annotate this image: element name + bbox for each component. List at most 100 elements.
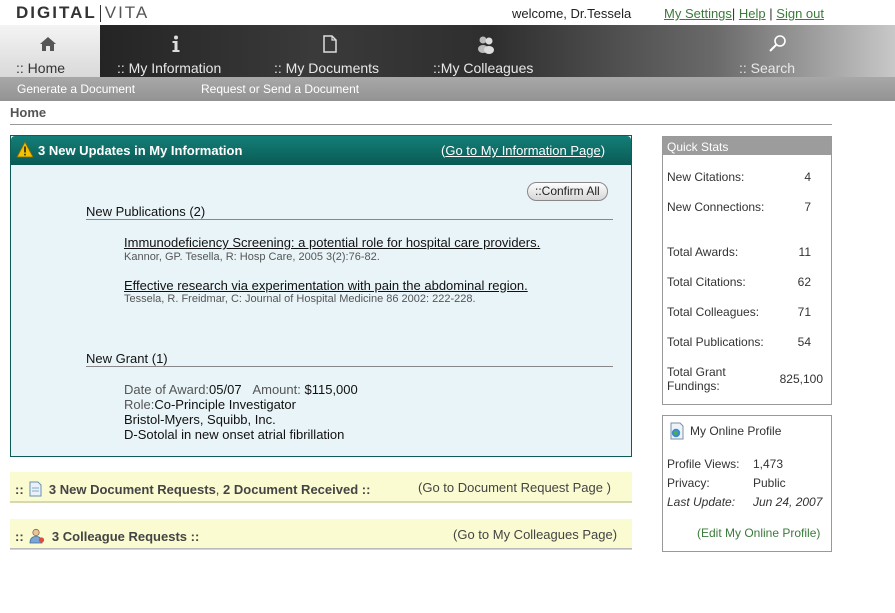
updates-panel: 3 New Updates in My Information (Go to M… xyxy=(10,135,632,457)
generate-document-link[interactable]: Generate a Document xyxy=(17,82,135,96)
divider: | xyxy=(731,6,739,21)
sub-nav: Generate a Document Request or Send a Do… xyxy=(0,77,895,101)
profile-views-label: Profile Views: xyxy=(667,457,740,471)
my-settings-link[interactable]: My Settings xyxy=(664,6,732,21)
stat-label: New Citations: xyxy=(667,170,745,184)
profile-privacy-label: Privacy: xyxy=(667,476,710,490)
grant-sponsor: Bristol-Myers, Squibb, Inc. xyxy=(124,412,276,427)
colleague-requests-bar: :: 3 Colleague Requests :: (Go to My Col… xyxy=(10,519,632,550)
profile-page-icon xyxy=(670,422,684,440)
section-divider xyxy=(86,219,613,220)
grant-date-amount: Date of Award:05/07 Amount: $115,000 xyxy=(124,382,358,397)
profile-last-update-value: Jun 24, 2007 xyxy=(753,495,823,509)
stat-label: Total Colleagues: xyxy=(667,305,760,319)
bar-prefix: :: xyxy=(15,482,24,497)
new-publications-heading: New Publications (2) xyxy=(86,204,206,219)
person-icon xyxy=(29,528,45,544)
stat-value: 825,100 xyxy=(779,372,823,386)
quick-stats-title: Quick Stats xyxy=(663,137,831,155)
go-to-information-link[interactable]: (Go to My Information Page) xyxy=(441,143,605,158)
document-icon xyxy=(29,481,42,497)
welcome-text: welcome, Dr.Tessela xyxy=(512,6,632,21)
profile-views: Profile Views: 1,473 xyxy=(667,457,783,471)
stat-label: New Connections: xyxy=(667,200,765,214)
colleague-requests-count: 3 Colleague Requests :: xyxy=(51,529,200,544)
go-to-information-text: Go to My Information Page xyxy=(445,143,601,158)
publication-link[interactable]: Immunodeficiency Screening: a potential … xyxy=(124,235,540,250)
sign-out-link[interactable]: Sign out xyxy=(776,6,824,21)
link-paren-close: ) xyxy=(600,143,606,158)
publication-link[interactable]: Effective research via experimentation w… xyxy=(124,278,528,293)
stat-total-citations: Total Citations: 62 xyxy=(667,275,827,289)
grant-date-label: Date of Award: xyxy=(124,382,210,397)
stat-total-colleagues: Total Colleagues: 71 xyxy=(667,305,827,319)
divider: | xyxy=(765,6,777,21)
tab-my-documents[interactable]: :: My Documents xyxy=(260,25,410,77)
tab-home-label: :: Home xyxy=(16,60,66,76)
stat-value: 54 xyxy=(797,335,811,349)
publication-citation: Kannor, GP. Tesella, R: Hosp Care, 2005 … xyxy=(124,251,380,263)
bar-separator: , xyxy=(215,482,220,497)
tab-my-colleagues-label: ::My Colleagues xyxy=(433,60,534,76)
people-icon xyxy=(478,36,494,54)
logo: DIGITAL VITA xyxy=(16,3,150,22)
stat-value: 71 xyxy=(797,305,811,319)
online-profile-title-text: My Online Profile xyxy=(690,424,782,438)
tab-my-information[interactable]: :: My Information xyxy=(100,25,260,77)
tab-search[interactable]: :: Search xyxy=(726,25,826,77)
grant-role-label: Role: xyxy=(124,397,155,412)
stat-new-connections: New Connections: 7 xyxy=(667,200,827,214)
stat-new-citations: New Citations: 4 xyxy=(667,170,827,184)
stat-total-publications: Total Publications: 54 xyxy=(667,335,827,349)
grant-role-value: Co-Principle Investigator xyxy=(154,397,296,412)
stat-label: Total Awards: xyxy=(667,245,739,259)
tab-home[interactable]: :: Home xyxy=(0,25,100,77)
confirm-all-button[interactable]: ::Confirm All xyxy=(527,182,608,201)
colleague-requests-text: :: 3 Colleague Requests :: xyxy=(15,528,199,544)
breadcrumb: Home xyxy=(10,105,47,120)
updates-title: 3 New Updates in My Information xyxy=(38,143,243,158)
stat-value: 62 xyxy=(797,275,811,289)
help-link[interactable]: Help xyxy=(739,6,766,21)
info-icon xyxy=(172,35,180,52)
top-links: My Settings| Help | Sign out xyxy=(664,6,824,21)
go-to-document-request-link[interactable]: (Go to Document Request Page ) xyxy=(418,480,611,495)
tab-my-information-label: :: My Information xyxy=(117,60,222,76)
main-nav: :: Home :: My Information :: My Document… xyxy=(0,25,895,77)
logo-divider xyxy=(99,4,101,22)
document-icon xyxy=(323,35,337,53)
profile-last-update: Last Update: Jun 24, 2007 xyxy=(667,495,822,509)
logo-right: VITA xyxy=(104,3,150,22)
section-divider xyxy=(86,366,613,367)
request-send-document-link[interactable]: Request or Send a Document xyxy=(201,82,359,96)
grant-project: D-Sotolal in new onset atrial fibrillati… xyxy=(124,427,345,442)
stat-total-awards: Total Awards: 11 xyxy=(667,245,827,259)
grant-amount-label: Amount: xyxy=(252,382,301,397)
stat-value: 4 xyxy=(804,170,811,184)
online-profile-panel: My Online Profile Profile Views: 1,473 Pr… xyxy=(662,415,832,552)
document-requests-text: :: 3 New Document Requests, 2 Document R… xyxy=(15,481,370,497)
stat-label: Total Publications: xyxy=(667,335,764,349)
stat-label: Total Grant Fundings: xyxy=(667,365,726,393)
profile-privacy: Privacy: Public xyxy=(667,476,786,490)
bar-prefix: :: xyxy=(15,529,24,544)
online-profile-title: My Online Profile xyxy=(669,422,781,440)
profile-last-update-label: Last Update: xyxy=(667,495,736,509)
updates-panel-header: 3 New Updates in My Information (Go to M… xyxy=(11,136,631,165)
stat-label: Total Citations: xyxy=(667,275,746,289)
go-to-colleagues-link[interactable]: (Go to My Colleagues Page) xyxy=(453,527,617,542)
grant-date: 05/07 xyxy=(209,382,242,397)
tab-my-colleagues[interactable]: ::My Colleagues xyxy=(420,25,570,77)
stat-total-grant-fundings: Total Grant Fundings: 825,100 xyxy=(667,365,827,393)
grant-role: Role:Co-Principle Investigator xyxy=(124,397,296,412)
edit-online-profile-link[interactable]: (Edit My Online Profile) xyxy=(697,526,820,540)
breadcrumb-divider xyxy=(10,124,832,125)
magnifier-icon xyxy=(769,35,786,52)
profile-privacy-value: Public xyxy=(753,476,786,490)
tab-my-documents-label: :: My Documents xyxy=(274,60,380,76)
quick-stats-panel: Quick Stats New Citations: 4 New Connecti… xyxy=(662,136,832,405)
house-icon xyxy=(40,37,56,51)
document-requests-count: 3 New Document Requests xyxy=(48,482,216,497)
document-requests-bar: :: 3 New Document Requests, 2 Document R… xyxy=(10,472,632,503)
stat-value: 11 xyxy=(798,245,811,259)
